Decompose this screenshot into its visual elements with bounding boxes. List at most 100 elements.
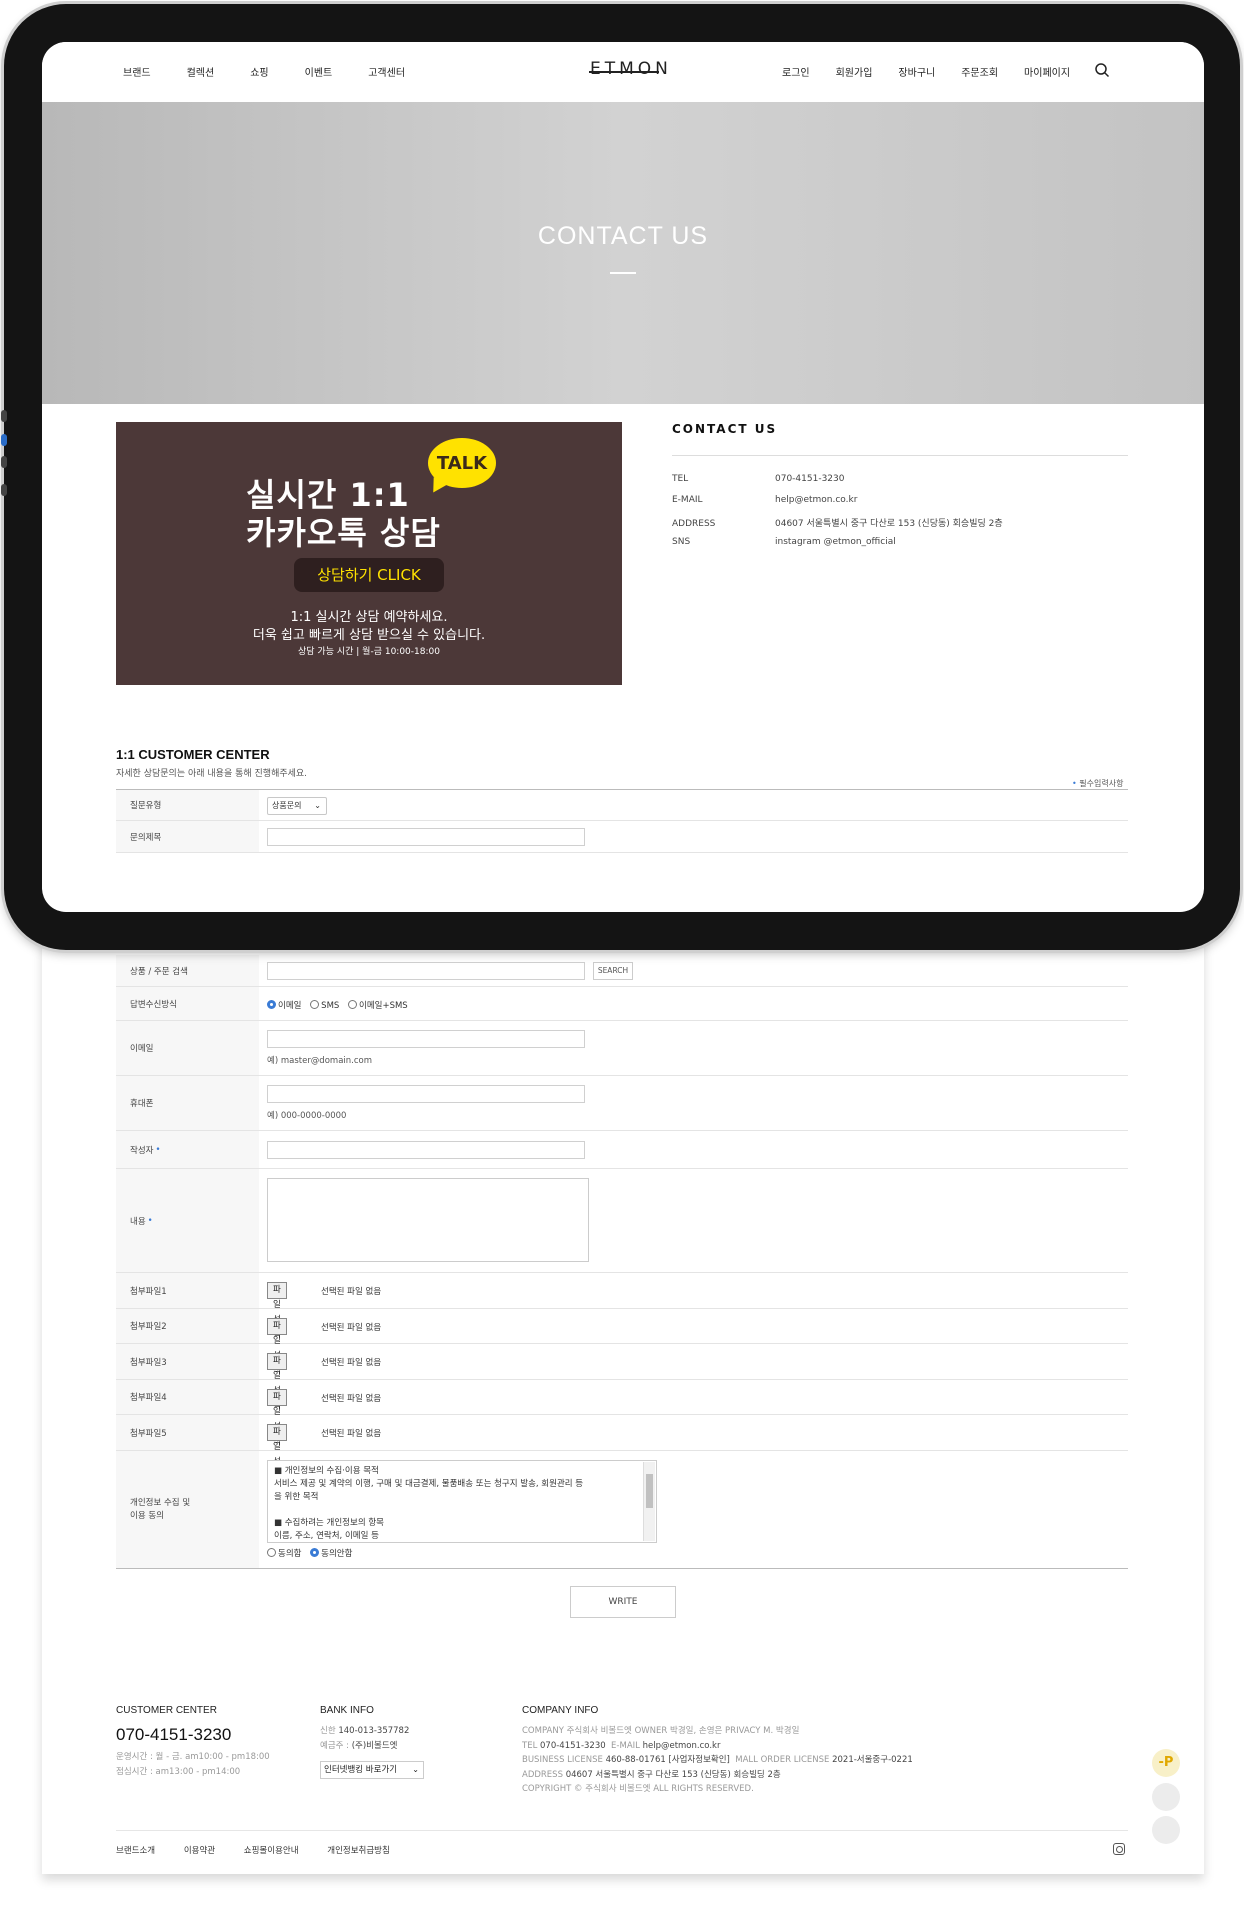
privacy-label-line1: 개인정보 수집 및 [130, 1497, 191, 1508]
file-label-1: 첨부파일1 [130, 1286, 167, 1297]
file-select-button-1[interactable]: 파일 선택 [267, 1282, 287, 1340]
form-row-file-2: 첨부파일2 파일 선택 선택된 파일 없음 [116, 1309, 1128, 1376]
form-row-file-1: 첨부파일1 파일 선택 선택된 파일 없음 [116, 1273, 1128, 1340]
privacy-scrollbar[interactable] [643, 1462, 655, 1541]
email-field[interactable] [267, 1030, 585, 1048]
site-header: 브랜드 컬렉션 쇼핑 이벤트 고객센터 ETMON 로그인 회원가입 장바구니 … [42, 42, 1204, 102]
file-label-4: 첨부파일4 [130, 1393, 167, 1403]
file-select-button-5[interactable]: 파일 선택 [267, 1424, 287, 1482]
footer-link-terms[interactable]: 이용약관 [184, 1846, 215, 1856]
reply-both-radio[interactable] [348, 1000, 357, 1009]
footer-phone: 070-4151-3230 [116, 1725, 232, 1744]
form-row-reply: 답변수신방식 이메일 SMS 이메일+SMS [116, 987, 1128, 1021]
subject-label: 문의제목 [130, 832, 162, 843]
product-search-label: 상품 / 주문 검색 [116, 955, 259, 986]
file-status-4: 선택된 파일 없음 [321, 1394, 382, 1404]
form-row-writer: 작성자 • [116, 1131, 1128, 1169]
nav-item-brand[interactable]: 브랜드 [123, 64, 151, 79]
nav-item-order-lookup[interactable]: 주문조회 [961, 64, 998, 79]
reply-sms-radio[interactable] [310, 1000, 320, 1009]
footer-link-privacy[interactable]: 개인정보취급방침 [327, 1846, 390, 1856]
hero-title: CONTACT US [537, 222, 709, 250]
contact-row-tel: TEL 070-4151-3230 [672, 474, 845, 484]
contact-row-email: E-MAIL help@etmon.co.kr [672, 495, 858, 505]
footer-bank-info: 신한 140-013-357782 예금주 : (주)비볼드엣 [320, 1726, 410, 1751]
footer-links: 브랜드소개 이용약관 쇼핑몰이용안내 개인정보취급방침 [116, 1844, 416, 1856]
reply-method-options: 이메일 SMS 이메일+SMS [267, 999, 414, 1011]
internet-banking-select[interactable]: 인터넷뱅킹 바로가기 ⌄ [320, 1761, 424, 1779]
scroll-top-icon[interactable] [1152, 1783, 1180, 1811]
nav-item-join[interactable]: 회원가입 [836, 64, 873, 79]
footer-hours: 운영시간 : 월 - 금. am10:00 - pm18:00 점심시간 : a… [116, 1752, 270, 1777]
tablet-screen: 브랜드 컬렉션 쇼핑 이벤트 고객센터 ETMON 로그인 회원가입 장바구니 … [42, 42, 1204, 912]
product-search-input[interactable] [267, 962, 585, 980]
kakao-consult-banner[interactable]: 실시간 1:1 카카오톡 상담 TALK 상담하기 CLICK 1:1 실시간 … [116, 422, 622, 685]
kakao-title-line2: 카카오톡 상담 [246, 514, 441, 552]
scroll-bottom-icon[interactable] [1152, 1816, 1180, 1844]
nav-item-collection[interactable]: 컬렉션 [187, 64, 215, 79]
form-row-file-4: 첨부파일4 파일 선택 선택된 파일 없음 [116, 1380, 1128, 1447]
footer-cc-title: CUSTOMER CENTER [116, 1705, 217, 1716]
question-type-select[interactable]: 상품문의 ⌄ [267, 797, 327, 815]
form-row-phone: 휴대폰 예) 000-0000-0000 [116, 1076, 1128, 1131]
form-row-content: 내용 • [116, 1169, 1128, 1273]
file-label-2: 첨부파일2 [130, 1322, 167, 1332]
customer-center-subtitle: 자세한 상담문의는 아래 내용을 통해 진행해주세요. [116, 769, 308, 779]
talk-label: TALK [436, 453, 488, 474]
nav-item-cart[interactable]: 장바구니 [898, 64, 935, 79]
file-status-1: 선택된 파일 없음 [321, 1287, 382, 1297]
kakao-consult-button[interactable]: 상담하기 CLICK [294, 558, 444, 592]
contact-row-address: ADDRESS 04607 서울특별시 중구 다산로 153 (신당동) 회승빌딩… [672, 519, 1003, 529]
site-logo[interactable]: ETMON [590, 59, 672, 79]
contact-row-sns: SNS instagram @etmon_official [672, 537, 896, 547]
form-row-product: 상품 / 주문 검색 SEARCH [116, 955, 1128, 987]
footer-company-info: COMPANY 주식회사 비볼드엣 OWNER 박경일, 손영은 PRIVACY… [522, 1726, 913, 1794]
writer-field[interactable] [267, 1141, 585, 1159]
footer-bank-title: BANK INFO [320, 1705, 374, 1716]
contact-divider [672, 455, 1128, 456]
form-row-type: 질문유형 상품문의 ⌄ [116, 789, 1128, 821]
footer-divider [116, 1830, 1128, 1831]
write-button[interactable]: WRITE [570, 1586, 676, 1618]
footer-link-guide[interactable]: 쇼핑몰이용안내 [244, 1846, 299, 1856]
disagree-radio[interactable] [310, 1548, 320, 1557]
nav-item-mypage[interactable]: 마이페이지 [1024, 64, 1070, 79]
phone-field[interactable] [267, 1085, 585, 1103]
agree-radio[interactable] [267, 1548, 276, 1557]
customer-center-title: 1:1 CUSTOMER CENTER [116, 747, 270, 762]
content-label: 내용 [130, 1216, 146, 1227]
search-button[interactable]: SEARCH [593, 962, 633, 980]
main-nav: 브랜드 컬렉션 쇼핑 이벤트 고객센터 [123, 64, 441, 79]
account-nav: 로그인 회원가입 장바구니 주문조회 마이페이지 [782, 64, 1096, 79]
reply-method-label: 답변수신방식 [130, 999, 177, 1010]
file-select-button-3[interactable]: 파일 선택 [267, 1353, 287, 1411]
subject-field[interactable] [267, 828, 585, 846]
form-row-subject: 문의제목 [116, 821, 1128, 853]
kakao-desc-2: 더욱 쉽고 빠르게 상담 받으실 수 있습니다. [252, 628, 486, 643]
nav-item-event[interactable]: 이벤트 [305, 64, 333, 79]
nav-item-shopping[interactable]: 쇼핑 [250, 64, 268, 79]
required-note: • 필수입력사항 [1072, 779, 1124, 788]
reply-email-radio[interactable] [267, 1000, 276, 1009]
file-label-5: 첨부파일5 [130, 1428, 167, 1439]
search-icon[interactable] [1094, 62, 1110, 78]
point-badge-button[interactable]: -P [1152, 1749, 1180, 1777]
file-select-button-2[interactable]: 파일 선택 [267, 1318, 287, 1376]
nav-item-login[interactable]: 로그인 [782, 64, 810, 79]
instagram-icon[interactable] [1113, 1843, 1125, 1855]
writer-label: 작성자 [130, 1145, 154, 1156]
footer-company-title: COMPANY INFO [522, 1705, 599, 1716]
phone-label: 휴대폰 [130, 1099, 154, 1109]
form-row-privacy: 개인정보 수집 및 이용 동의 ■ 개인정보의 수집·이용 목적 서비스 제공 … [116, 1451, 1128, 1569]
content-textarea[interactable] [267, 1178, 589, 1262]
file-select-button-4[interactable]: 파일 선택 [267, 1389, 287, 1447]
nav-item-customer-center[interactable]: 고객센터 [368, 64, 405, 79]
form-row-file-3: 첨부파일3 파일 선택 선택된 파일 없음 [116, 1344, 1128, 1411]
footer-link-brand[interactable]: 브랜드소개 [116, 1846, 155, 1856]
page: 상품 / 주문 검색 SEARCH 답변수신방식 이메일 SMS 이메일+SMS… [0, 0, 1244, 1906]
file-status-5: 선택된 파일 없음 [321, 1429, 382, 1439]
question-type-label: 질문유형 [130, 801, 162, 811]
privacy-terms-box[interactable]: ■ 개인정보의 수집·이용 목적 서비스 제공 및 계약의 이행, 구매 및 대… [267, 1460, 657, 1543]
form-row-email: 이메일 예) master@domain.com [116, 1021, 1128, 1076]
contact-title: CONTACT US [672, 422, 778, 436]
